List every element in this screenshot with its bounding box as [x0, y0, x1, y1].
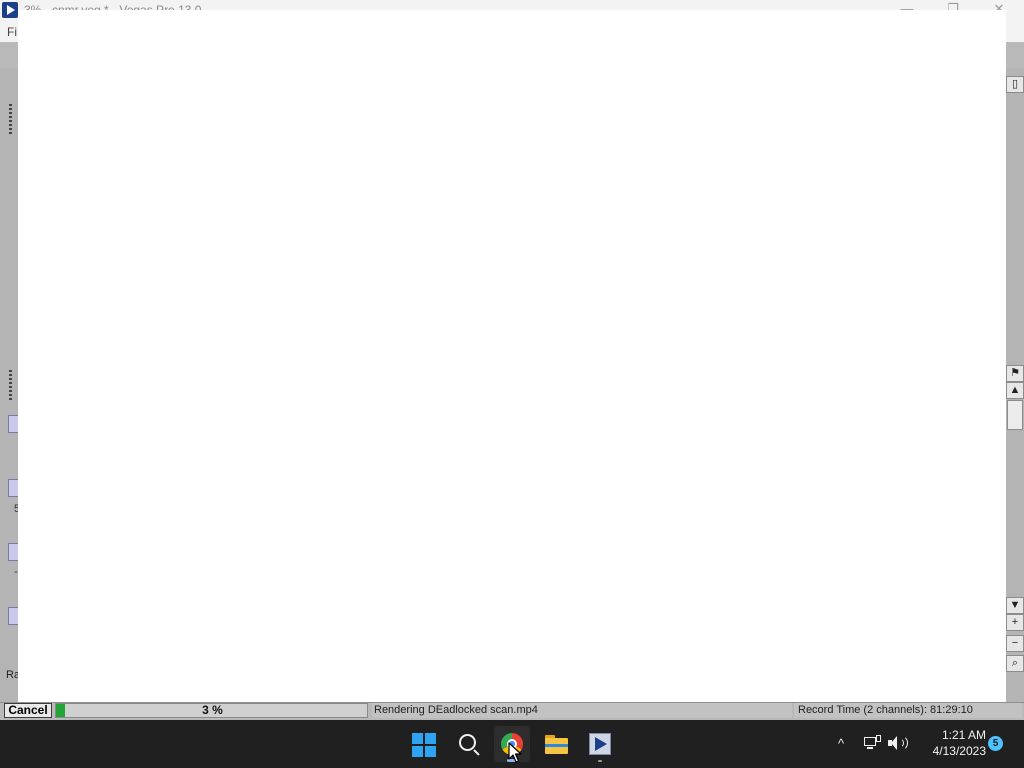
vegas-pro-taskbar-icon[interactable]: [582, 726, 618, 762]
scroll-down-button[interactable]: ▼: [1006, 597, 1024, 614]
vegas-app-icon: [2, 2, 18, 18]
clock-date: 4/13/2023: [932, 744, 986, 758]
dock-grip[interactable]: [9, 104, 12, 134]
notification-count-badge[interactable]: 5: [988, 736, 1003, 751]
cancel-render-button[interactable]: Cancel: [4, 703, 52, 718]
vertical-scroll-thumb[interactable]: [1007, 400, 1023, 430]
zoom-magnifier-icon[interactable]: ⌕: [1006, 655, 1024, 672]
file-explorer-icon[interactable]: [538, 726, 574, 762]
record-time-text: Record Time (2 channels): 81:29:10: [794, 703, 1022, 718]
network-icon[interactable]: [864, 735, 882, 751]
clock-time: 1:21 AM: [941, 728, 986, 742]
tray-chevron-up-icon[interactable]: ^: [834, 737, 848, 751]
blank-dialog-window: [18, 10, 1006, 702]
dock-grip[interactable]: [9, 370, 12, 400]
zoom-in-button[interactable]: +: [1006, 614, 1024, 631]
panel-option-icon[interactable]: ▯: [1006, 76, 1024, 93]
render-progress-percent: 3 %: [202, 703, 223, 717]
taskbar-clock[interactable]: 1:21 AM 4/13/2023: [912, 727, 986, 759]
menu-item-file[interactable]: Fi: [7, 25, 17, 39]
volume-icon[interactable]: [888, 735, 908, 751]
zoom-out-button[interactable]: −: [1006, 635, 1024, 652]
windows-start-icon[interactable]: [406, 726, 442, 762]
search-icon[interactable]: [450, 726, 486, 762]
mouse-cursor-icon: [508, 742, 522, 763]
scroll-up-button[interactable]: ▲: [1006, 382, 1024, 399]
render-progress-bar: 3 %: [55, 703, 368, 718]
marker-flag-icon[interactable]: ⚑: [1006, 365, 1024, 382]
rendering-status-text: Rendering DEadlocked scan.mp4: [372, 703, 792, 718]
